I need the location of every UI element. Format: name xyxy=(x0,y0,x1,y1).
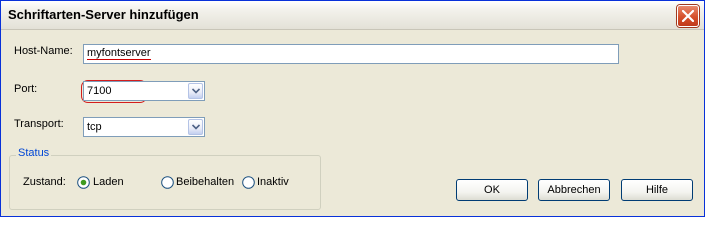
chevron-down-icon xyxy=(192,88,200,94)
help-button[interactable]: Hilfe xyxy=(621,179,693,201)
transport-dropdown-button[interactable] xyxy=(188,119,203,135)
radio-inaktiv-label[interactable]: Inaktiv xyxy=(257,176,289,188)
close-button[interactable] xyxy=(677,5,699,27)
cancel-button[interactable]: Abbrechen xyxy=(538,179,610,201)
radio-beibehalten[interactable] xyxy=(161,176,174,189)
close-icon xyxy=(682,10,694,22)
host-name-input[interactable]: myfontserver xyxy=(83,44,619,64)
transport-combobox[interactable]: tcp xyxy=(83,117,205,137)
transport-value: tcp xyxy=(87,121,102,133)
radio-laden[interactable] xyxy=(77,176,90,189)
status-group-label: Status xyxy=(16,147,52,159)
zustand-label: Zustand: xyxy=(23,176,66,188)
port-combobox[interactable]: 7100 xyxy=(83,81,205,101)
dialog-title: Schriftarten-Server hinzufügen xyxy=(8,7,199,22)
dialog-window: Schriftarten-Server hinzufügen Host-Name… xyxy=(0,0,705,217)
host-name-value: myfontserver xyxy=(87,47,151,60)
port-label: Port: xyxy=(14,83,38,95)
chevron-down-icon xyxy=(192,124,200,130)
radio-beibehalten-label[interactable]: Beibehalten xyxy=(176,176,234,188)
radio-laden-label[interactable]: Laden xyxy=(93,176,124,188)
transport-label: Transport: xyxy=(14,118,64,130)
port-value: 7100 xyxy=(87,85,112,97)
radio-inaktiv[interactable] xyxy=(242,176,255,189)
ok-button[interactable]: OK xyxy=(456,179,528,201)
dialog-body: Host-Name: myfontserver Port: 7100 Trans… xyxy=(1,30,704,216)
port-dropdown-button[interactable] xyxy=(188,83,203,99)
title-bar[interactable]: Schriftarten-Server hinzufügen xyxy=(1,1,704,30)
host-name-label: Host-Name: xyxy=(14,45,73,57)
